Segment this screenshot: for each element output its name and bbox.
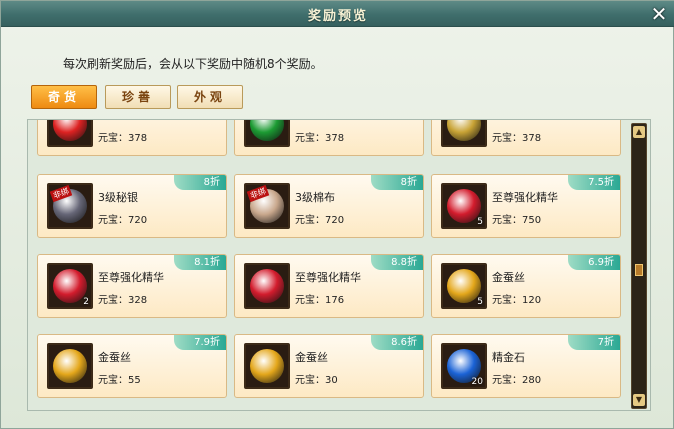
- reward-card[interactable]: 元宝：378: [37, 120, 227, 156]
- tab-3[interactable]: 外观: [177, 85, 243, 109]
- discount-badge: 8.1折: [174, 255, 226, 270]
- tab-2[interactable]: 珍善: [105, 85, 171, 109]
- red-gem-icon[interactable]: [47, 120, 93, 147]
- zunqh-icon[interactable]: 5: [441, 183, 487, 229]
- reward-card[interactable]: 5 金蚕丝元宝：120 6.9折: [431, 254, 621, 318]
- scroll-up-icon[interactable]: ▲: [633, 126, 645, 138]
- reward-card[interactable]: 5 至尊强化精华 元宝：750 7.5折: [431, 174, 621, 238]
- reward-card[interactable]: 金蚕丝元宝：30 8.6折: [234, 334, 424, 398]
- green-gem-icon[interactable]: [244, 120, 290, 147]
- item-name: 金蚕丝: [295, 351, 328, 364]
- reward-card[interactable]: 非绑 3级秘银元宝：720 8折: [37, 174, 227, 238]
- item-price: 元宝：750: [492, 215, 542, 226]
- reward-card[interactable]: 20 精金石元宝：280 7折: [431, 334, 621, 398]
- reward-card[interactable]: 非绑 3级棉布元宝：720 8折: [234, 174, 424, 238]
- reward-card[interactable]: 金蚕丝元宝：55 7.9折: [37, 334, 227, 398]
- discount-badge: 7折: [568, 335, 620, 350]
- blue-crystal-icon[interactable]: 20: [441, 343, 487, 389]
- description-text: 每次刷新奖励后，会从以下奖励中随机8个奖励。: [63, 57, 323, 71]
- item-name: 至尊强化精华: [98, 271, 164, 284]
- silk-icon[interactable]: [47, 343, 93, 389]
- item-price: 元宝：720: [98, 215, 148, 226]
- reward-list: 元宝：378 元宝：378 元宝：378 非绑 3级秘银元宝：720 8折非绑 3级棉布元宝…: [27, 119, 651, 411]
- scroll-thumb[interactable]: [635, 264, 643, 276]
- title-bar[interactable]: 奖励预览 ✕: [1, 1, 674, 27]
- item-art: [447, 189, 481, 223]
- reward-card[interactable]: 至尊强化精华 元宝：176 8.8折: [234, 254, 424, 318]
- item-art: [250, 120, 284, 141]
- discount-badge: 8.8折: [371, 255, 423, 270]
- discount-badge: 7.5折: [568, 175, 620, 190]
- discount-badge: 6.9折: [568, 255, 620, 270]
- silver-ore-icon[interactable]: 非绑: [47, 183, 93, 229]
- item-art: [447, 120, 481, 141]
- tab-1[interactable]: 奇货: [31, 85, 97, 109]
- item-price: 元宝：378: [492, 133, 542, 144]
- stack-count: 5: [477, 297, 483, 307]
- scroll-down-icon[interactable]: ▼: [633, 394, 645, 406]
- item-price: 元宝：378: [98, 133, 148, 144]
- zunqh-icon[interactable]: 2: [47, 263, 93, 309]
- reward-card[interactable]: 元宝：378: [234, 120, 424, 156]
- zunqh-icon[interactable]: [244, 263, 290, 309]
- close-icon[interactable]: ✕: [649, 4, 669, 24]
- discount-badge: 8折: [371, 175, 423, 190]
- discount-badge: 7.9折: [174, 335, 226, 350]
- silk-icon[interactable]: [244, 343, 290, 389]
- cloth-icon[interactable]: 非绑: [244, 183, 290, 229]
- item-name: 3级秘银: [98, 191, 138, 204]
- item-art: [447, 269, 481, 303]
- item-price: 元宝：280: [492, 375, 542, 386]
- item-price: 元宝：720: [295, 215, 345, 226]
- item-art: [53, 120, 87, 141]
- scrollbar[interactable]: ▲ ▼: [631, 123, 647, 409]
- item-name: 金蚕丝: [492, 271, 525, 284]
- item-price: 元宝：378: [295, 133, 345, 144]
- item-price: 元宝：55: [98, 375, 141, 386]
- discount-badge: 8折: [174, 175, 226, 190]
- item-price: 元宝：176: [295, 295, 345, 306]
- item-name: 至尊强化精华: [492, 191, 558, 204]
- item-name: 精金石: [492, 351, 525, 364]
- gold-gem-icon[interactable]: [441, 120, 487, 147]
- reward-preview-window: 奖励预览 ✕ 每次刷新奖励后，会从以下奖励中随机8个奖励。 奇货 珍善 外观 元宝：…: [0, 0, 674, 429]
- item-name: 金蚕丝: [98, 351, 131, 364]
- window-title: 奖励预览: [307, 9, 368, 24]
- item-price: 元宝：120: [492, 295, 542, 306]
- stack-count: 2: [83, 297, 89, 307]
- item-name: 3级棉布: [295, 191, 335, 204]
- item-price: 元宝：30: [295, 375, 338, 386]
- stack-count: 5: [477, 217, 483, 227]
- item-art: [53, 349, 87, 383]
- item-name: 至尊强化精华: [295, 271, 361, 284]
- silk-icon[interactable]: 5: [441, 263, 487, 309]
- item-art: [250, 269, 284, 303]
- item-price: 元宝：328: [98, 295, 148, 306]
- reward-card[interactable]: 2 至尊强化精华 元宝：328 8.1折: [37, 254, 227, 318]
- item-art: [250, 349, 284, 383]
- item-art: [53, 269, 87, 303]
- stack-count: 20: [471, 377, 483, 387]
- reward-card[interactable]: 元宝：378: [431, 120, 621, 156]
- discount-badge: 8.6折: [371, 335, 423, 350]
